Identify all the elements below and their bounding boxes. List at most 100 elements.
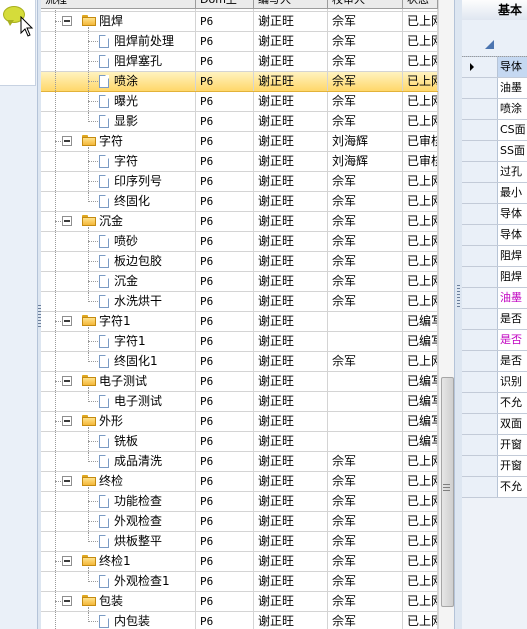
reviewer-cell[interactable]: 佘军 <box>328 92 403 111</box>
table-row[interactable]: 沉金 P6谢正旺佘军已上网 <box>41 272 438 292</box>
writer-cell[interactable]: 谢正旺 <box>254 12 328 31</box>
writer-cell[interactable]: 谢正旺 <box>254 592 328 611</box>
property-row[interactable]: 识别 <box>462 372 527 393</box>
flow-cell[interactable]: 字符1 <box>41 332 196 351</box>
dom-cell[interactable]: P6 <box>196 112 254 131</box>
reviewer-cell[interactable] <box>328 372 403 391</box>
flow-cell[interactable]: 字符1 <box>41 312 196 331</box>
dom-cell[interactable]: P6 <box>196 132 254 151</box>
collapse-icon[interactable] <box>62 596 72 606</box>
flow-cell[interactable]: 成品清洗 <box>41 452 196 471</box>
reviewer-cell[interactable]: 佘军 <box>328 512 403 531</box>
status-cell[interactable]: 已上网 <box>403 52 438 71</box>
flow-cell[interactable]: 阻焊塞孔 <box>41 52 196 71</box>
writer-cell[interactable]: 谢正旺 <box>254 352 328 371</box>
property-row[interactable]: 导体 <box>462 225 527 246</box>
writer-cell[interactable]: 谢正旺 <box>254 472 328 491</box>
table-row[interactable]: 终检1 P6谢正旺佘军已上网 <box>41 552 438 572</box>
table-row[interactable]: 字符1 P6谢正旺 已编写 <box>41 312 438 332</box>
column-header-0[interactable]: 流程 <box>41 0 196 8</box>
reviewer-cell[interactable]: 佘军 <box>328 72 403 91</box>
flow-cell[interactable]: 烘板整平 <box>41 532 196 551</box>
collapse-icon[interactable] <box>62 316 72 326</box>
grid-vertical-scrollbar[interactable] <box>438 0 455 629</box>
writer-cell[interactable]: 谢正旺 <box>254 52 328 71</box>
flow-cell[interactable]: 铣板 <box>41 432 196 451</box>
status-cell[interactable]: 已上网 <box>403 32 438 51</box>
flow-cell[interactable]: 内包装 <box>41 612 196 629</box>
reviewer-cell[interactable]: 佘军 <box>328 532 403 551</box>
reviewer-cell[interactable]: 佘军 <box>328 232 403 251</box>
status-cell[interactable]: 已编写 <box>403 412 438 431</box>
reviewer-cell[interactable]: 佘军 <box>328 52 403 71</box>
writer-cell[interactable]: 谢正旺 <box>254 32 328 51</box>
collapse-icon[interactable] <box>62 216 72 226</box>
dom-cell[interactable]: P6 <box>196 72 254 91</box>
column-header-1[interactable]: Dom上 <box>196 0 254 8</box>
reviewer-cell[interactable]: 佘军 <box>328 192 403 211</box>
property-row[interactable]: 开窗 <box>462 456 527 477</box>
reviewer-cell[interactable]: 佘军 <box>328 472 403 491</box>
dom-cell[interactable]: P6 <box>196 472 254 491</box>
property-row[interactable]: 阻焊 <box>462 246 527 267</box>
dom-cell[interactable]: P6 <box>196 332 254 351</box>
dom-cell[interactable]: P6 <box>196 372 254 391</box>
reviewer-cell[interactable]: 佘军 <box>328 172 403 191</box>
status-cell[interactable]: 已上网 <box>403 232 438 251</box>
writer-cell[interactable]: 谢正旺 <box>254 192 328 211</box>
reviewer-cell[interactable]: 佘军 <box>328 572 403 591</box>
reviewer-cell[interactable]: 佘军 <box>328 612 403 629</box>
dom-cell[interactable]: P6 <box>196 572 254 591</box>
table-row[interactable]: 显影 P6谢正旺佘军已上网 <box>41 112 438 132</box>
writer-cell[interactable]: 谢正旺 <box>254 272 328 291</box>
dom-cell[interactable]: P6 <box>196 452 254 471</box>
status-cell[interactable]: 已编写 <box>403 312 438 331</box>
table-row[interactable]: 成品清洗 P6谢正旺佘军已上网 <box>41 452 438 472</box>
collapse-icon[interactable] <box>62 556 72 566</box>
flow-cell[interactable]: 终固化 <box>41 192 196 211</box>
table-row[interactable]: 印序列号 P6谢正旺佘军已上网 <box>41 172 438 192</box>
status-cell[interactable]: 已编写 <box>403 392 438 411</box>
table-row[interactable]: 外观检查1 P6谢正旺佘军已上网 <box>41 572 438 592</box>
collapse-icon[interactable] <box>62 16 72 26</box>
dom-cell[interactable]: P6 <box>196 152 254 171</box>
reviewer-cell[interactable]: 佘军 <box>328 592 403 611</box>
flow-cell[interactable]: 字符 <box>41 132 196 151</box>
writer-cell[interactable]: 谢正旺 <box>254 612 328 629</box>
property-row[interactable]: CS面 <box>462 120 527 141</box>
writer-cell[interactable]: 谢正旺 <box>254 92 328 111</box>
dom-cell[interactable]: P6 <box>196 392 254 411</box>
writer-cell[interactable]: 谢正旺 <box>254 492 328 511</box>
flow-cell[interactable]: 喷砂 <box>41 232 196 251</box>
reviewer-cell[interactable]: 佘军 <box>328 352 403 371</box>
table-row[interactable]: 阻焊 P6谢正旺佘军已上网 <box>41 12 438 32</box>
status-cell[interactable]: 已上网 <box>403 472 438 491</box>
status-cell[interactable]: 已上网 <box>403 352 438 371</box>
table-row[interactable]: 终检 P6谢正旺佘军已上网 <box>41 472 438 492</box>
writer-cell[interactable]: 谢正旺 <box>254 552 328 571</box>
column-header-4[interactable]: 状态 <box>403 0 438 8</box>
status-cell[interactable]: 已上网 <box>403 272 438 291</box>
table-row[interactable]: 外形 P6谢正旺 已编写 <box>41 412 438 432</box>
reviewer-cell[interactable]: 佘军 <box>328 12 403 31</box>
status-cell[interactable]: 已上网 <box>403 92 438 111</box>
dom-cell[interactable]: P6 <box>196 212 254 231</box>
flow-cell[interactable]: 曝光 <box>41 92 196 111</box>
writer-cell[interactable]: 谢正旺 <box>254 212 328 231</box>
flow-cell[interactable]: 水洗烘干 <box>41 292 196 311</box>
flow-cell[interactable]: 阻焊前处理 <box>41 32 196 51</box>
reviewer-cell[interactable]: 刘海辉 <box>328 132 403 151</box>
collapse-icon[interactable] <box>62 416 72 426</box>
collapse-icon[interactable] <box>62 376 72 386</box>
dom-cell[interactable]: P6 <box>196 252 254 271</box>
table-row[interactable]: 曝光 P6谢正旺佘军已上网 <box>41 92 438 112</box>
table-row[interactable]: 电子测试 P6谢正旺 已编写 <box>41 372 438 392</box>
dom-cell[interactable]: P6 <box>196 532 254 551</box>
status-cell[interactable]: 已上网 <box>403 72 438 91</box>
writer-cell[interactable]: 谢正旺 <box>254 312 328 331</box>
property-row[interactable]: 开窗 <box>462 435 527 456</box>
table-row[interactable]: 烘板整平 P6谢正旺佘军已上网 <box>41 532 438 552</box>
status-cell[interactable]: 已上网 <box>403 12 438 31</box>
flow-cell[interactable]: 沉金 <box>41 272 196 291</box>
writer-cell[interactable]: 谢正旺 <box>254 252 328 271</box>
